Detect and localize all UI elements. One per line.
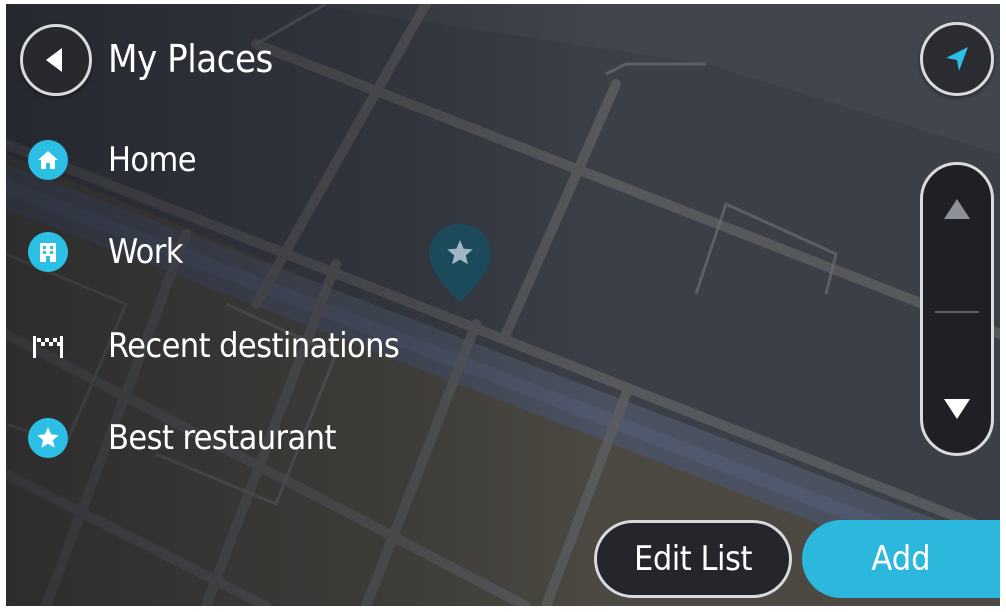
list-item-label: Home — [108, 140, 197, 180]
scroll-track[interactable] — [935, 311, 979, 313]
checkered-flag-icon — [28, 326, 68, 366]
scroll-up-button[interactable] — [923, 177, 991, 241]
list-item-label: Best restaurant — [108, 418, 336, 458]
list-item-label: Recent destinations — [108, 326, 400, 366]
star-icon — [28, 418, 68, 458]
navigation-screen: My Places Home Work Recent destinations … — [6, 4, 1000, 606]
scroll-up-arrow-icon — [944, 199, 970, 219]
scroll-down-button[interactable] — [923, 377, 991, 441]
list-item-home[interactable]: Home — [26, 130, 526, 190]
building-icon — [28, 232, 68, 272]
back-arrow-icon — [46, 48, 62, 72]
map-view[interactable] — [6, 4, 1000, 606]
list-item-best-restaurant[interactable]: Best restaurant — [26, 408, 526, 468]
edit-list-button[interactable]: Edit List — [594, 520, 792, 598]
scroll-control — [920, 162, 994, 456]
location-arrow-icon — [946, 47, 968, 71]
list-item-label: Work — [108, 232, 183, 272]
page-title: My Places — [108, 37, 273, 81]
list-item-recent-destinations[interactable]: Recent destinations — [26, 316, 526, 376]
add-button[interactable]: Add — [802, 520, 1000, 598]
favorite-pin-marker[interactable] — [427, 222, 493, 306]
current-location-button[interactable] — [920, 22, 994, 96]
back-button[interactable] — [20, 24, 92, 96]
home-icon — [28, 140, 68, 180]
scroll-down-arrow-icon — [944, 399, 970, 419]
